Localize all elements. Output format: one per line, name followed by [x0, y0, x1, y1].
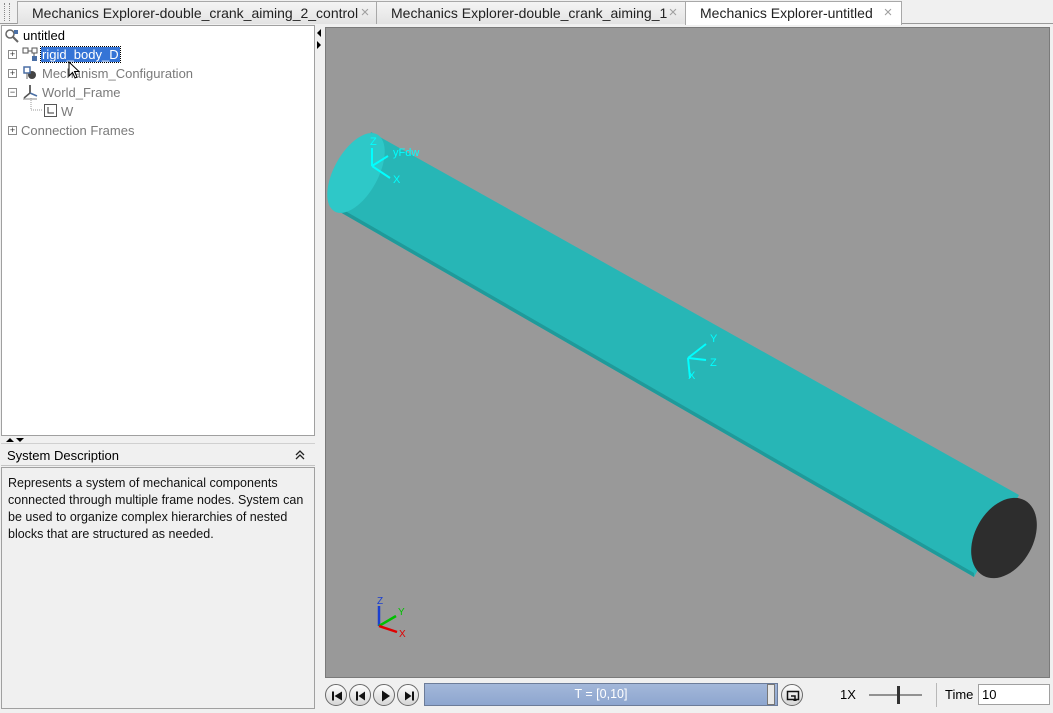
rigid-body-icon — [22, 47, 38, 61]
cylinder-shadow-edge — [340, 208, 974, 577]
tab-untitled[interactable]: Mechanics Explorer-untitled × — [685, 1, 902, 25]
time-label: Time — [945, 687, 974, 702]
step-back-icon — [356, 691, 365, 701]
playback-bar: T = [0,10] 1X Time — [322, 680, 1053, 713]
mechanics-explorer-window: Mechanics Explorer-double_crank_aiming_2… — [0, 0, 1053, 713]
time-progress-bar[interactable]: T = [0,10] — [424, 683, 778, 706]
frame-label-z: Z — [370, 136, 377, 148]
world-axis-triad — [377, 606, 398, 634]
mechanism-config-icon — [23, 66, 36, 79]
play-icon — [382, 690, 390, 702]
frame-label-z: Z — [710, 357, 717, 369]
tree-connector-line — [30, 98, 42, 111]
tree-root-untitled[interactable]: untitled — [4, 27, 66, 45]
tab-strip-grip[interactable] — [4, 3, 10, 21]
frame-label-yfdw: yFdw — [393, 147, 419, 159]
expand-mechanism-configuration[interactable]: + — [8, 69, 17, 78]
expand-connection-frames[interactable]: + — [8, 126, 17, 135]
tab-label: Mechanics Explorer-untitled — [700, 5, 873, 21]
axis-label-y: Y — [398, 607, 405, 618]
play-button[interactable] — [373, 684, 395, 706]
tree-node-mechanism-configuration[interactable]: Mechanism_Configuration — [41, 65, 194, 83]
tree-node-world-frame[interactable]: World_Frame — [41, 84, 122, 102]
tree-label: Connection Frames — [21, 123, 135, 138]
frame-label-x: X — [688, 370, 696, 382]
expand-rigid-body[interactable]: + — [8, 50, 17, 59]
tree-label: rigid_body_D — [40, 46, 121, 63]
loop-icon — [786, 690, 800, 701]
mouse-cursor-icon — [68, 61, 81, 79]
model-icon — [5, 29, 19, 43]
skip-to-start-icon — [332, 691, 342, 701]
frame-icon — [44, 104, 57, 117]
loop-button[interactable] — [781, 684, 803, 706]
tree-label: Mechanism_Configuration — [42, 66, 194, 81]
time-input[interactable] — [978, 684, 1050, 705]
cylinder-body — [340, 132, 1019, 577]
step-forward-button[interactable] — [397, 684, 419, 706]
tab-label: Mechanics Explorer-double_crank_aiming_2… — [32, 5, 359, 21]
divider — [936, 683, 937, 707]
system-description-text: Represents a system of mechanical compon… — [1, 467, 315, 709]
close-icon[interactable]: × — [881, 5, 895, 20]
close-icon[interactable]: × — [666, 5, 680, 20]
tab-strip: Mechanics Explorer-double_crank_aiming_2… — [0, 0, 1053, 25]
tree-label: W — [61, 104, 74, 119]
playback-speed-label: 1X — [840, 687, 856, 702]
system-description-header[interactable]: System Description — [1, 443, 315, 466]
left-panel: untitled + rigid_body_D + Mechanism_Conf… — [0, 25, 322, 713]
tree-label: World_Frame — [42, 85, 121, 100]
skip-to-start-button[interactable] — [325, 684, 347, 706]
progress-handle[interactable] — [767, 684, 775, 705]
3d-viewport[interactable]: Z yFdw X Y Z X Z Y X — [325, 27, 1050, 678]
frame-label-x: X — [393, 174, 401, 186]
tree-label: untitled — [23, 28, 65, 43]
collapse-panel-icon[interactable] — [316, 27, 322, 51]
speed-slider[interactable] — [867, 684, 927, 706]
collapse-world-frame[interactable]: − — [8, 88, 17, 97]
chevron-double-up-icon[interactable] — [295, 449, 305, 461]
tab-double-crank-aiming-1[interactable]: Mechanics Explorer-double_crank_aiming_1… — [376, 1, 687, 24]
tab-label: Mechanics Explorer-double_crank_aiming_1 — [391, 5, 668, 21]
model-tree[interactable]: untitled + rigid_body_D + Mechanism_Conf… — [1, 25, 315, 436]
axis-label-z: Z — [377, 596, 383, 607]
tree-node-w[interactable]: W — [60, 103, 74, 121]
system-description-title: System Description — [7, 448, 119, 463]
step-back-button[interactable] — [349, 684, 371, 706]
tab-double-crank-aiming-2-control[interactable]: Mechanics Explorer-double_crank_aiming_2… — [17, 1, 379, 24]
scene-canvas: Z yFdw X Y Z X Z Y X — [327, 132, 1037, 640]
close-icon[interactable]: × — [358, 5, 372, 20]
speed-slider-thumb[interactable] — [897, 686, 900, 704]
frame-label-y: Y — [710, 333, 718, 345]
tree-node-connection-frames[interactable]: Connection Frames — [20, 122, 135, 140]
step-forward-icon — [405, 691, 414, 701]
axis-label-x: X — [399, 629, 406, 640]
